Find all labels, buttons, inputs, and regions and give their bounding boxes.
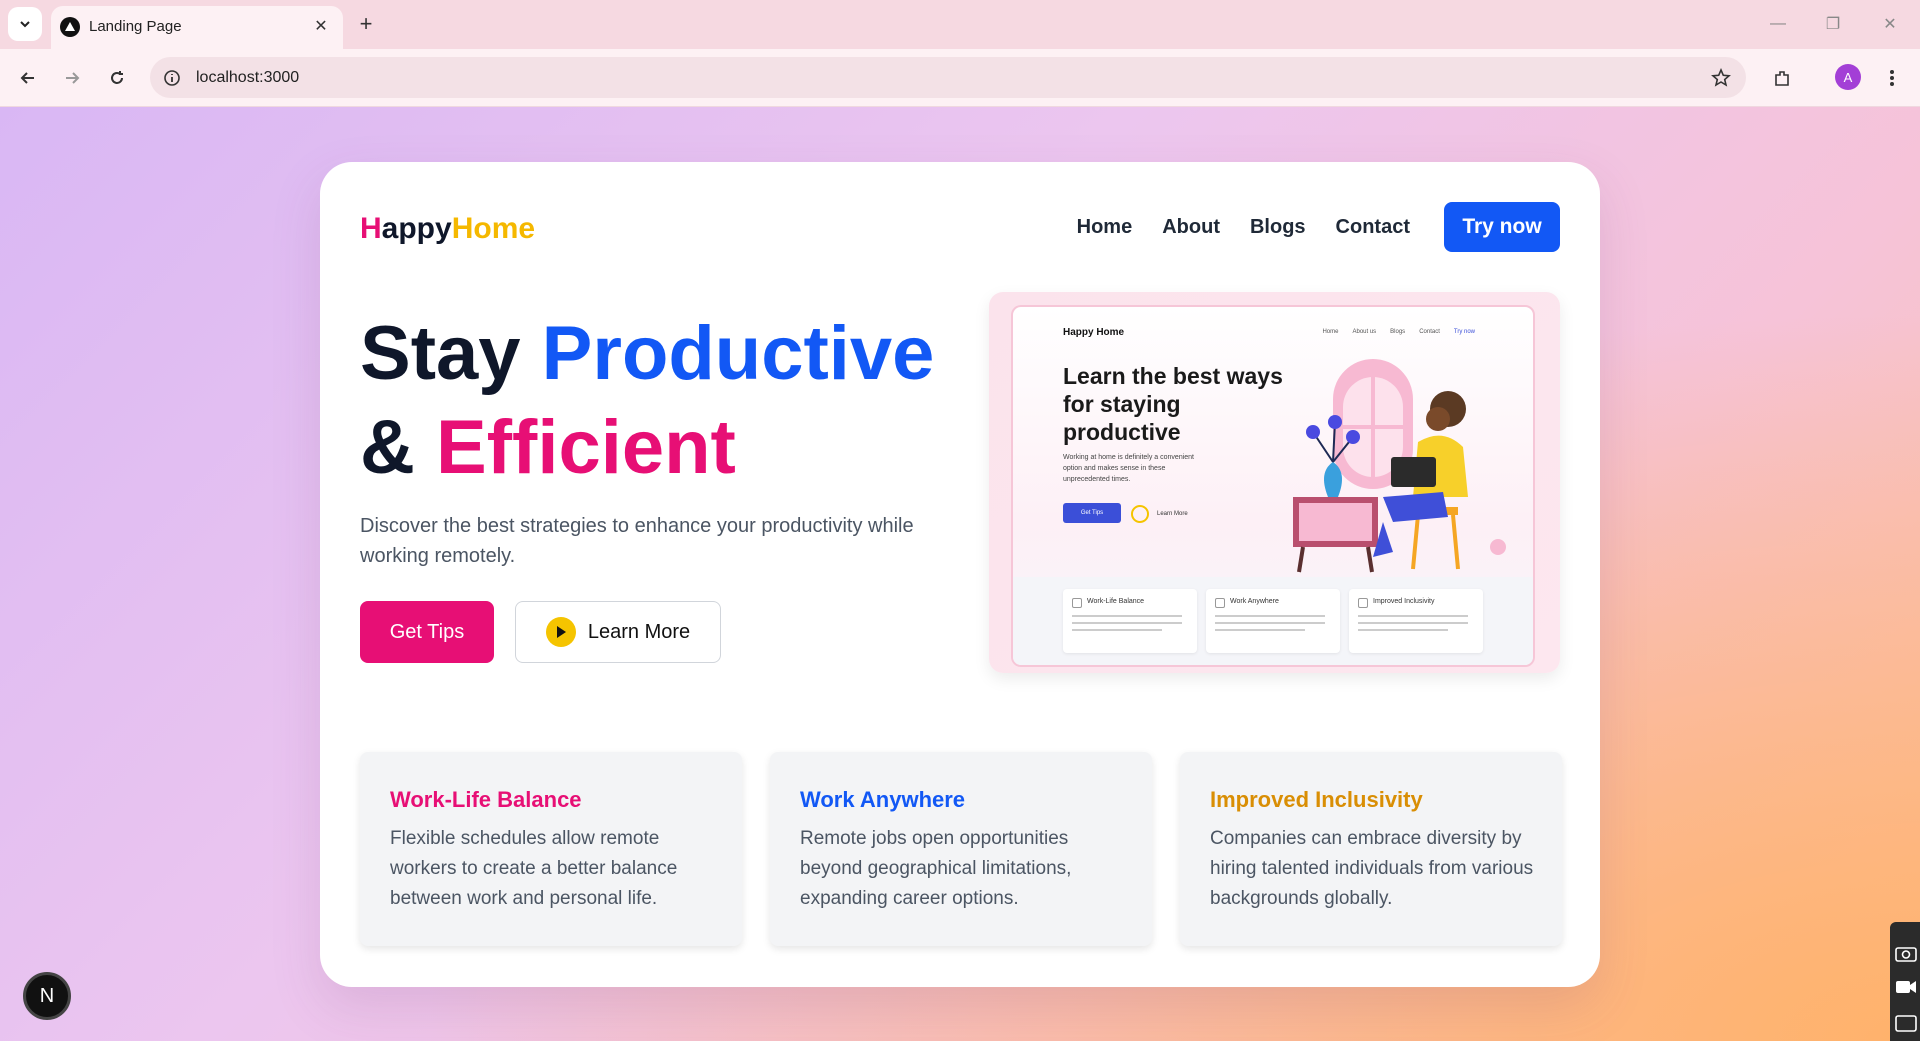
page-viewport: HappyHome Home About Blogs Contact Try n… bbox=[0, 107, 1920, 1041]
preview-feature-card: Work Anywhere bbox=[1206, 589, 1340, 653]
close-tab-icon[interactable]: ✕ bbox=[309, 14, 333, 38]
hero-stay: Stay bbox=[360, 311, 521, 396]
feature-title: Work Anywhere bbox=[800, 787, 966, 812]
feature-text: Flexible schedules allow remote workers … bbox=[390, 828, 678, 909]
nextjs-dev-indicator[interactable]: N bbox=[23, 972, 71, 1020]
url-text: localhost:3000 bbox=[196, 69, 300, 86]
play-icon bbox=[545, 617, 576, 647]
hero-preview-image: Happy Home Home About us Blogs Contact T… bbox=[989, 292, 1560, 673]
chevron-down-icon bbox=[20, 21, 30, 28]
preview-learn: Learn More bbox=[1131, 505, 1188, 523]
restore-icon[interactable]: ❐ bbox=[1813, 10, 1853, 38]
preview-feature-card: Work-Life Balance bbox=[1063, 589, 1197, 653]
close-window-icon[interactable]: ✕ bbox=[1870, 10, 1910, 38]
preview-card-icon bbox=[1072, 598, 1082, 608]
preview-nav-item: About us bbox=[1352, 329, 1377, 335]
preview-card-icon bbox=[1358, 598, 1368, 608]
preview-nav-item: Contact bbox=[1419, 329, 1440, 335]
capture-toolbar[interactable] bbox=[1890, 922, 1920, 1041]
profile-avatar[interactable]: A bbox=[1835, 64, 1861, 90]
feature-text: Remote jobs open opportunities beyond ge… bbox=[800, 828, 1072, 909]
preview-nav-item: Try now bbox=[1453, 329, 1475, 335]
preview-play-icon bbox=[1131, 505, 1149, 523]
video-icon[interactable] bbox=[1895, 979, 1917, 995]
learn-more-button[interactable]: Learn More bbox=[515, 601, 721, 663]
preview-logo: Happy Home bbox=[1063, 327, 1125, 338]
hero-efficient: Efficient bbox=[436, 405, 736, 490]
extensions-icon[interactable] bbox=[1766, 62, 1798, 94]
preview-desc: Working at home is definitely a convenie… bbox=[1063, 454, 1194, 483]
forward-icon[interactable] bbox=[56, 62, 88, 94]
preview-nav-item: Home bbox=[1322, 329, 1339, 335]
preview-title: Learn the best ways for staying producti… bbox=[1063, 363, 1283, 445]
feature-title: Work-Life Balance bbox=[390, 787, 582, 812]
back-icon[interactable] bbox=[12, 62, 44, 94]
get-tips-button[interactable]: Get Tips bbox=[360, 601, 494, 663]
tab-strip: Landing Page ✕ + — ❐ ✕ bbox=[0, 0, 1920, 49]
feature-card-work-life-balance: Work-Life Balance Flexible schedules all… bbox=[360, 752, 742, 946]
preview-card-icon bbox=[1215, 598, 1225, 608]
nav-home[interactable]: Home bbox=[1077, 216, 1133, 239]
bookmark-star-icon[interactable] bbox=[1708, 65, 1734, 91]
preview-card-title: Improved Inclusivity bbox=[1373, 598, 1435, 605]
tab-search-button[interactable] bbox=[8, 7, 42, 41]
logo-home: Home bbox=[451, 212, 536, 245]
logo-h: H bbox=[360, 212, 382, 245]
nav-contact[interactable]: Contact bbox=[1336, 216, 1410, 239]
address-bar[interactable]: localhost:3000 bbox=[150, 57, 1746, 98]
camera-icon[interactable] bbox=[1895, 944, 1917, 962]
reload-icon[interactable] bbox=[101, 62, 133, 94]
feature-title: Improved Inclusivity bbox=[1210, 787, 1423, 812]
new-tab-button[interactable]: + bbox=[352, 10, 380, 38]
preview-screenshot: Happy Home Home About us Blogs Contact T… bbox=[1011, 305, 1535, 667]
preview-card-title: Work-Life Balance bbox=[1087, 598, 1145, 605]
feature-text: Companies can embrace diversity by hirin… bbox=[1210, 828, 1534, 909]
feature-card-improved-inclusivity: Improved Inclusivity Companies can embra… bbox=[1180, 752, 1562, 946]
favicon-icon bbox=[60, 17, 80, 37]
learn-more-label: Learn More bbox=[587, 620, 691, 643]
feature-card-work-anywhere: Work Anywhere Remote jobs open opportuni… bbox=[770, 752, 1152, 946]
logo[interactable]: HappyHome bbox=[360, 212, 535, 246]
more-menu-icon[interactable] bbox=[1876, 62, 1908, 94]
site-info-icon[interactable] bbox=[160, 66, 184, 90]
preview-learn-label: Learn More bbox=[1157, 511, 1188, 517]
preview-feature-card: Improved Inclusivity bbox=[1349, 589, 1483, 653]
preview-card-title: Work Anywhere bbox=[1230, 598, 1279, 605]
hero-amp: & bbox=[360, 405, 415, 490]
tab-title: Landing Page bbox=[89, 18, 182, 35]
preview-button: Get Tips bbox=[1063, 503, 1121, 523]
try-now-button[interactable]: Try now bbox=[1444, 202, 1560, 252]
minimize-icon[interactable]: — bbox=[1758, 10, 1798, 38]
preview-nav-item: Blogs bbox=[1390, 329, 1406, 335]
preview-nav: Home About us Blogs Contact Try now bbox=[1308, 329, 1475, 335]
hero-title: Stay Productive & Efficient bbox=[360, 307, 934, 495]
window-capture-icon[interactable] bbox=[1895, 1014, 1917, 1032]
hero-productive: Productive bbox=[541, 311, 935, 396]
landing-card: HappyHome Home About Blogs Contact Try n… bbox=[320, 162, 1600, 987]
main-nav: Home About Blogs Contact Try now bbox=[1077, 202, 1560, 252]
browser-toolbar: localhost:3000 A bbox=[0, 49, 1920, 107]
logo-appy: appy bbox=[381, 212, 452, 245]
work-from-home-illustration bbox=[1293, 359, 1506, 573]
nav-blogs[interactable]: Blogs bbox=[1250, 216, 1306, 239]
nav-about[interactable]: About bbox=[1162, 216, 1220, 239]
hero-subtitle: Discover the best strategies to enhance … bbox=[360, 515, 914, 567]
browser-tab[interactable]: Landing Page ✕ bbox=[51, 6, 343, 49]
